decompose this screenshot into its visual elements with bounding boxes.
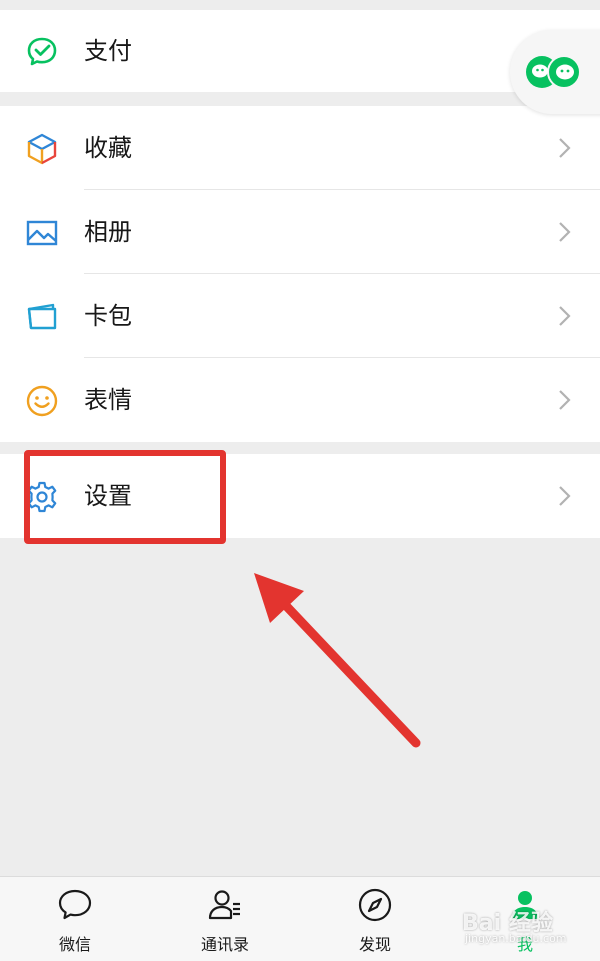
- chevron-right-icon: [559, 486, 571, 506]
- chat-bubble-icon: [58, 889, 92, 920]
- chevron-right-icon: [559, 138, 571, 158]
- top-gap: [0, 0, 600, 10]
- tab-label: 微信: [58, 935, 91, 954]
- wechat-logo-icon: [526, 55, 581, 89]
- watermark-url: jingyan.baidu.com: [465, 932, 567, 945]
- tab-chats[interactable]: 微信: [15, 877, 135, 961]
- favorites-cube-icon: [24, 131, 60, 167]
- menu-item-stickers[interactable]: 表情: [0, 358, 600, 442]
- menu-label-album: 相册: [84, 218, 132, 246]
- tab-label: 发现: [358, 935, 391, 954]
- chevron-right-icon: [559, 222, 571, 242]
- menu-label-pay: 支付: [84, 37, 132, 65]
- floating-wechat-badge[interactable]: [510, 30, 600, 114]
- menu-label-cards: 卡包: [84, 302, 132, 330]
- tab-discover[interactable]: 发现: [315, 877, 435, 961]
- menu-item-album[interactable]: 相册: [0, 190, 600, 274]
- group-gap: [0, 92, 600, 106]
- annotation-highlight-box: [24, 450, 226, 544]
- menu-item-cards[interactable]: 卡包: [0, 274, 600, 358]
- chevron-right-icon: [559, 306, 571, 326]
- annotation-arrow-icon: [254, 573, 421, 748]
- cards-wallet-icon: [24, 299, 60, 335]
- menu-label-stickers: 表情: [84, 386, 132, 414]
- smiley-face-icon: [24, 383, 60, 419]
- menu-label-favorites: 收藏: [84, 134, 132, 162]
- tab-label: 通讯录: [200, 935, 249, 954]
- pay-check-icon: [24, 34, 60, 70]
- menu-item-favorites[interactable]: 收藏: [0, 106, 600, 190]
- chevron-right-icon: [559, 390, 571, 410]
- tab-contacts[interactable]: 通讯录: [165, 877, 285, 961]
- contacts-icon: [208, 890, 240, 920]
- compass-icon: [358, 888, 392, 922]
- album-image-icon: [24, 215, 60, 251]
